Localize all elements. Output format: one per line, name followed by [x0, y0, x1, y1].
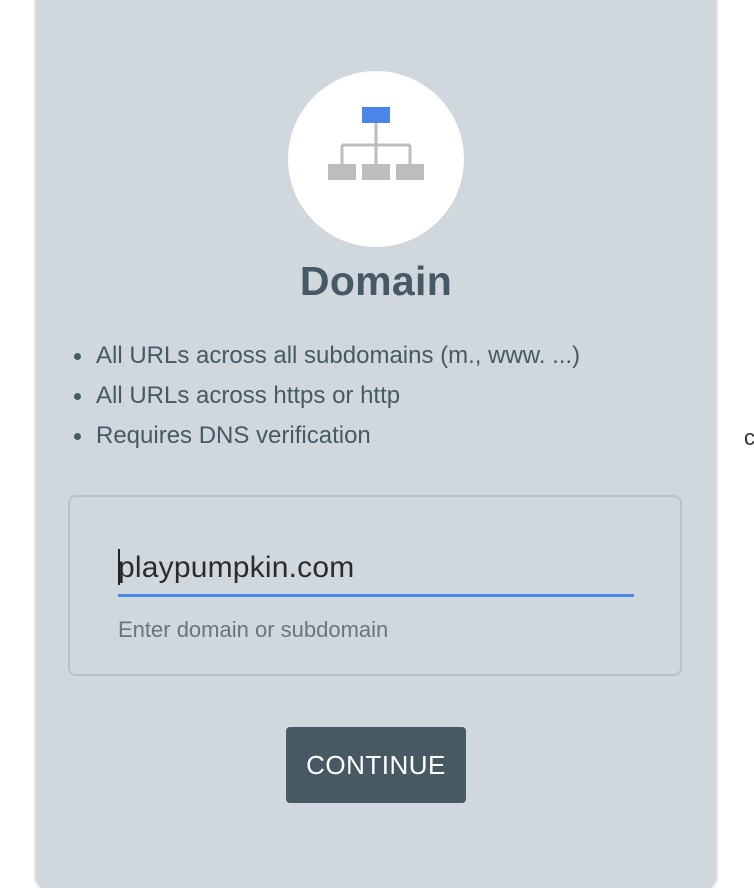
list-item: Requires DNS verification	[74, 416, 580, 456]
feature-list: All URLs across all subdomains (m., www.…	[74, 336, 581, 456]
bullet-icon	[74, 433, 81, 440]
partial-offscreen-text: c	[744, 425, 754, 450]
continue-button[interactable]: CONTINUE	[286, 727, 466, 803]
domain-input-helper: Enter domain or subdomain	[118, 617, 389, 642]
text-caret	[118, 549, 120, 585]
list-item: All URLs across https or http	[74, 376, 580, 416]
domain-card: Domain All URLs across all subdomains (m…	[36, 0, 716, 888]
sitemap-icon	[288, 71, 464, 247]
bullet-icon	[74, 393, 81, 400]
bullet-icon	[74, 353, 81, 360]
domain-input-container: Enter domain or subdomain	[68, 495, 682, 676]
card-title: Domain	[299, 258, 453, 304]
list-item: All URLs across all subdomains (m., www.…	[74, 336, 581, 376]
list-item-text: All URLs across https or http	[96, 382, 401, 409]
list-item-text: All URLs across all subdomains (m., www.…	[96, 342, 581, 369]
list-item-text: Requires DNS verification	[96, 422, 371, 449]
domain-input[interactable]	[118, 541, 634, 597]
